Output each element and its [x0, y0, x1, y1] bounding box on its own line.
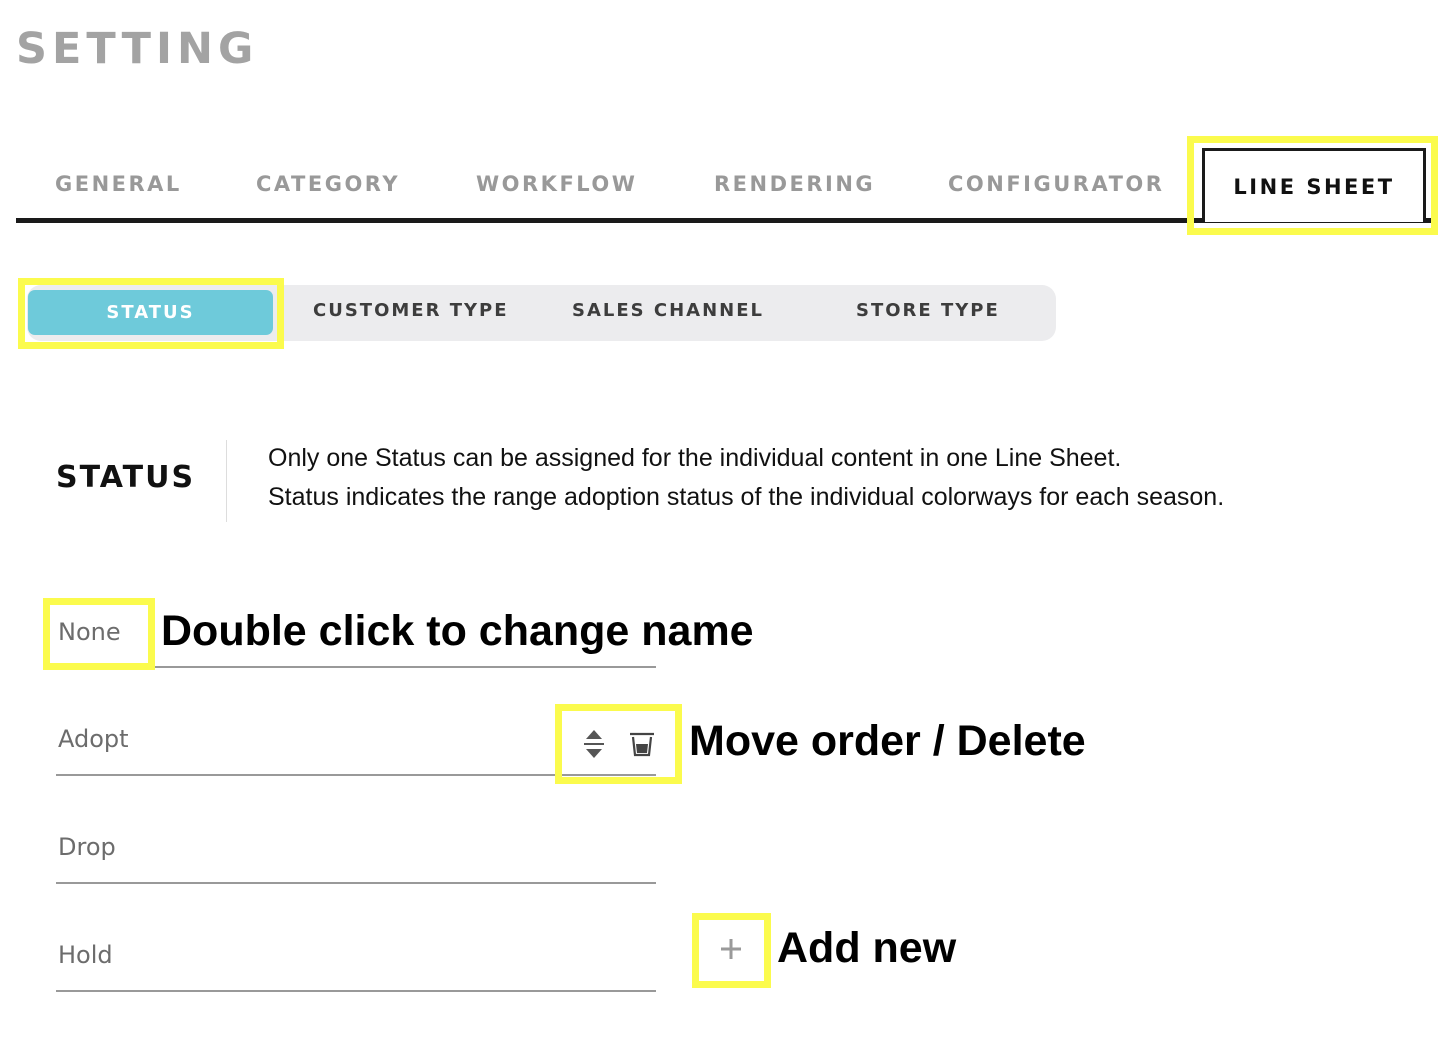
- tab-line-sheet[interactable]: LINE SHEET: [1202, 148, 1426, 222]
- status-item-underline: [56, 774, 656, 776]
- annotation-move-delete: Move order / Delete: [689, 717, 1086, 765]
- subtab-sales-channel[interactable]: SALES CHANNEL: [572, 300, 764, 321]
- section-description-line-1: Only one Status can be assigned for the …: [268, 444, 1122, 472]
- reorder-icon[interactable]: [582, 728, 606, 760]
- tab-workflow[interactable]: WORKFLOW: [476, 172, 637, 196]
- section-divider: [226, 440, 227, 522]
- plus-icon[interactable]: [718, 936, 744, 962]
- highlight-item-actions: [555, 704, 682, 784]
- status-item-adopt[interactable]: Adopt: [58, 725, 129, 753]
- section-title: STATUS: [56, 460, 196, 495]
- status-item-drop[interactable]: Drop: [58, 833, 116, 861]
- status-item-underline: [56, 990, 656, 992]
- page-title: SETTING: [16, 24, 259, 74]
- tab-general[interactable]: GENERAL: [55, 172, 182, 196]
- trash-icon[interactable]: [628, 728, 656, 760]
- status-item-hold[interactable]: Hold: [58, 941, 113, 969]
- status-item-underline: [56, 666, 656, 668]
- status-item-underline: [56, 882, 656, 884]
- annotation-rename: Double click to change name: [161, 607, 754, 655]
- annotation-add-new: Add new: [777, 924, 957, 972]
- subtab-status[interactable]: STATUS: [28, 290, 273, 335]
- tab-configurator[interactable]: CONFIGURATOR: [948, 172, 1164, 196]
- subtab-store-type[interactable]: STORE TYPE: [856, 300, 1000, 321]
- subtab-customer-type[interactable]: CUSTOMER TYPE: [313, 300, 509, 321]
- section-description-line-2: Status indicates the range adoption stat…: [268, 483, 1225, 511]
- tab-rendering[interactable]: RENDERING: [714, 172, 875, 196]
- tab-category[interactable]: CATEGORY: [256, 172, 400, 196]
- status-item-none[interactable]: None: [58, 618, 121, 646]
